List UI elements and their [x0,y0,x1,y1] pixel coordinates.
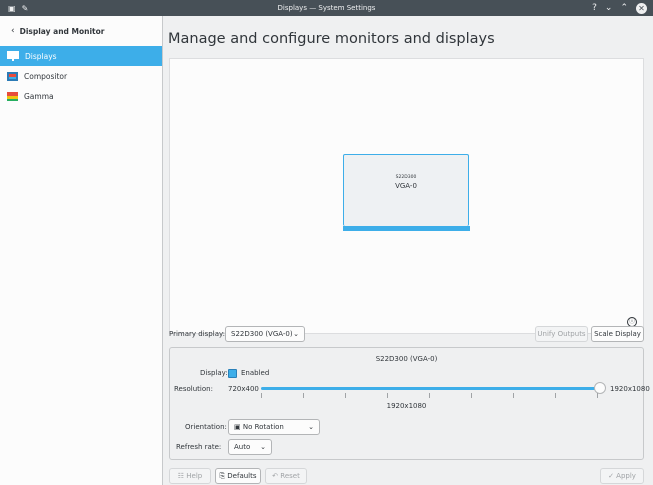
checkmark-icon: ✓ [608,472,617,480]
display-arrangement-view[interactable]: S22D300 VGA-0 ⓘ [169,58,644,334]
primary-display-value: S22D300 (VGA-0) [231,330,293,338]
help-button[interactable]: ☷ Help [169,468,211,484]
gamma-icon [7,91,18,101]
sidebar-item-label: Compositor [24,71,68,81]
help-icon[interactable]: ? [592,3,597,13]
sidebar-item-displays[interactable]: Displays [0,46,162,66]
slider-tick [471,393,472,398]
orientation-label: Orientation: [185,423,227,431]
orientation-select[interactable]: ▣ No Rotation ⌄ [228,419,320,435]
checkbox-checked-icon [228,368,237,378]
reset-button[interactable]: ↶ Reset [265,468,307,484]
resolution-min: 720x400 [228,385,259,393]
slider-tick [513,393,514,398]
page-title: Manage and configure monitors and displa… [168,31,495,47]
output-title: S22D300 (VGA-0) [375,355,438,363]
monitor-primary-bar [343,226,470,231]
slider-tick [261,393,262,398]
chevron-down-icon: ⌄ [260,443,266,451]
display-label: Display: [200,369,228,377]
sidebar: ‹ Display and Monitor Displays Composito… [0,16,163,485]
apply-label: Apply [616,472,636,480]
resolution-max: 1920x1080 [610,385,650,393]
defaults-label: Defaults [227,472,257,480]
unify-outputs-button[interactable]: Unify Outputs [535,326,588,342]
defaults-button[interactable]: ⎘ Defaults [215,468,261,484]
monitor-output: VGA-0 [395,182,417,190]
chevron-left-icon: ‹ [11,26,15,36]
slider-tick [429,393,430,398]
compositor-icon [7,71,18,81]
enabled-checkbox[interactable]: Enabled [228,366,269,380]
help-label: Help [186,472,203,480]
resolution-current: 1920x1080 [386,402,427,410]
scale-display-button[interactable]: Scale Display [591,326,644,342]
chevron-down-icon: ⌄ [293,330,299,338]
output-settings-panel: S22D300 (VGA-0) Display: Enabled Resolut… [169,347,650,460]
back-label: Display and Monitor [19,26,105,36]
refresh-rate-value: Auto [234,443,251,451]
rotation-icon: ▣ [234,423,243,431]
slider-tick [345,393,346,398]
help-book-icon: ☷ [177,472,187,480]
refresh-rate-select[interactable]: Auto ⌄ [228,439,272,455]
close-icon[interactable]: ✕ [636,2,647,14]
window-controls: ? ⌄ ⌃ ✕ [592,1,647,15]
slider-tick [597,393,598,398]
title-bar: ▣ ✎ Displays — System Settings ? ⌄ ⌃ ✕ [0,0,653,16]
slider-tick [387,393,388,398]
maximize-icon[interactable]: ⌃ [620,3,628,13]
enabled-label: Enabled [241,369,270,377]
sidebar-item-compositor[interactable]: Compositor [0,66,162,86]
reset-label: Reset [280,472,300,480]
slider-tick [555,393,556,398]
monitor-tile[interactable]: S22D300 VGA-0 [343,154,469,226]
back-button[interactable]: ‹ Display and Monitor [0,16,162,46]
window-title: Displays — System Settings [277,4,376,12]
orientation-value: No Rotation [242,423,284,431]
minimize-icon[interactable]: ⌄ [605,3,613,13]
slider-tick [303,393,304,398]
display-icon [7,51,19,61]
sidebar-item-label: Displays [25,51,57,61]
sidebar-item-label: Gamma [24,91,54,101]
resolution-label: Resolution: [174,385,213,393]
monitor-model: S22D300 [395,175,417,180]
resolution-slider[interactable] [261,387,598,390]
chevron-down-icon: ⌄ [308,423,314,431]
main-content: Manage and configure monitors and displa… [163,16,653,485]
resolution-slider-handle[interactable] [594,382,606,394]
apply-button[interactable]: ✓ Apply [600,468,644,484]
primary-display-select[interactable]: S22D300 (VGA-0) ⌄ [225,326,305,342]
refresh-rate-label: Refresh rate: [176,443,222,451]
sidebar-item-gamma[interactable]: Gamma [0,86,162,106]
primary-display-label: Primary display: [169,330,225,338]
